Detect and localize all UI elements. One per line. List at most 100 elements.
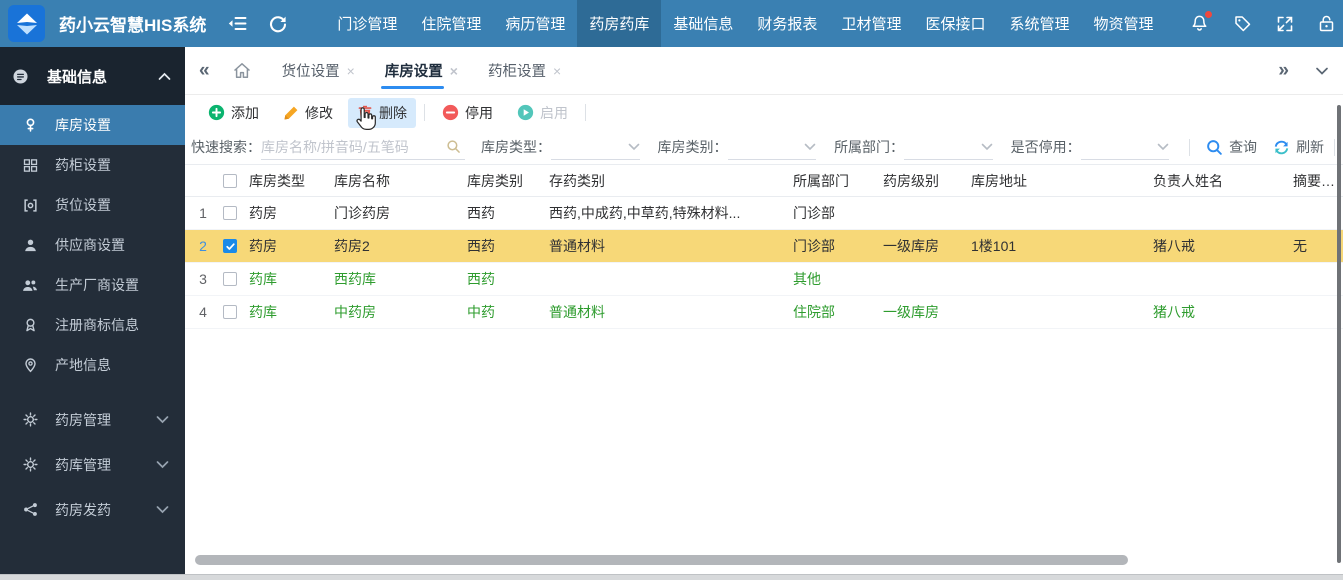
sidebar-item-label: 生产厂商设置 <box>55 277 139 293</box>
quick-search-label: 快速搜索： <box>191 139 261 155</box>
edit-button[interactable]: 修改 <box>274 98 342 128</box>
close-icon[interactable]: × <box>347 63 355 79</box>
tab-list-icon[interactable] <box>1315 66 1329 76</box>
scroll-tabs-left-icon[interactable]: « <box>199 61 210 80</box>
top-nav-item[interactable]: 门诊管理 <box>325 0 409 47</box>
sidebar-item[interactable]: 库房设置 <box>0 105 185 145</box>
app-logo-icon <box>8 5 45 42</box>
table-cell: 无 <box>1293 238 1307 254</box>
top-nav-item[interactable]: 病历管理 <box>493 0 577 47</box>
slot-icon <box>22 198 38 213</box>
warehouse-type-select[interactable] <box>551 134 640 160</box>
sidebar-item[interactable]: 药柜设置 <box>0 145 185 185</box>
tab-label: 货位设置 <box>281 64 340 80</box>
sidebar-item[interactable]: 供应商设置 <box>0 225 185 265</box>
add-button[interactable]: 添加 <box>199 98 268 128</box>
department-select[interactable] <box>904 134 993 160</box>
select-all-checkbox[interactable] <box>223 173 237 188</box>
disable-button[interactable]: 停用 <box>433 98 502 128</box>
top-nav-item[interactable]: 卫材管理 <box>829 0 913 47</box>
row-number: 2 <box>199 238 207 254</box>
table-cell: 中药 <box>467 304 495 320</box>
query-button[interactable]: 查询 <box>1206 137 1257 157</box>
row-number: 3 <box>199 271 207 287</box>
scroll-tabs-right-icon[interactable]: » <box>1278 61 1289 80</box>
quick-search-input[interactable] <box>261 138 442 155</box>
sidebar-group-label: 药库管理 <box>55 456 111 473</box>
toolbar-divider <box>585 104 586 121</box>
sidebar-items: 库房设置 药柜设置 货位设置 供应商设置 生产厂商设置 注册商标信息 产地信息 <box>0 105 185 385</box>
sidebar-item-label: 供应商设置 <box>55 237 125 253</box>
warehouse-category-select[interactable] <box>727 134 817 160</box>
enable-button[interactable]: 启用 <box>508 98 577 128</box>
tab[interactable]: 货位设置 × <box>282 47 355 94</box>
row-checkbox[interactable] <box>223 305 237 319</box>
column-header[interactable]: 摘要说明 <box>1293 171 1343 191</box>
sidebar-item[interactable]: 注册商标信息 <box>0 305 185 345</box>
is-disabled-select[interactable] <box>1080 134 1170 160</box>
bell-icon[interactable] <box>1190 10 1212 34</box>
sidebar-group[interactable]: 药房管理 <box>0 397 185 442</box>
table-cell: 药房 <box>249 205 277 221</box>
sidebar-group-label: 药房发药 <box>55 501 111 518</box>
top-nav-item[interactable]: 系统管理 <box>997 0 1081 47</box>
column-header[interactable]: 药房级别 <box>883 171 971 191</box>
tab[interactable]: 药柜设置 × <box>488 47 561 94</box>
column-header[interactable]: 所属部门 <box>793 171 883 191</box>
sidebar-group[interactable]: 药房发药 <box>0 487 185 532</box>
table-cell: 猪八戒 <box>1153 304 1195 320</box>
sidebar-item[interactable]: 货位设置 <box>0 185 185 225</box>
column-header[interactable]: 库房地址 <box>971 171 1153 191</box>
top-nav-item[interactable]: 基础信息 <box>661 0 745 47</box>
table-cell: 一级库房 <box>883 304 939 320</box>
search-icon <box>1206 139 1223 156</box>
top-nav-item[interactable]: 药房药库 <box>577 0 662 47</box>
vertical-scrollbar[interactable] <box>1337 105 1341 563</box>
row-checkbox[interactable] <box>223 239 237 253</box>
column-header[interactable]: 存药类别 <box>549 171 793 191</box>
table-row[interactable]: 3 药库 西药库 西药 其他 <box>185 263 1343 296</box>
tab-bar-right: » <box>1252 61 1329 80</box>
filter-label: 库房类别： <box>657 139 728 155</box>
horizontal-scrollbar[interactable] <box>195 555 1128 565</box>
lock-icon[interactable] <box>1318 14 1335 33</box>
main-content: « 货位设置 × 库房设置 × 药柜设置 × » 添加 修改 删除 停用 启用 … <box>185 47 1343 574</box>
row-checkbox[interactable] <box>223 272 237 286</box>
sidebar-groups: 药房管理 药库管理 药房发药 <box>0 397 185 532</box>
sidebar-section-basic-info[interactable]: 基础信息 <box>0 47 185 105</box>
fullscreen-icon[interactable] <box>1276 15 1294 33</box>
column-header[interactable]: 库房类别 <box>467 171 549 191</box>
column-header[interactable]: 库房类型 <box>249 171 334 191</box>
table-cell: 西药,中成药,中草药,特殊材料... <box>549 205 741 221</box>
top-nav-item[interactable]: 财务报表 <box>745 0 829 47</box>
column-header[interactable]: 库房名称 <box>334 171 467 191</box>
sidebar-item[interactable]: 生产厂商设置 <box>0 265 185 305</box>
home-icon[interactable] <box>232 61 252 80</box>
top-nav-item[interactable]: 医保接口 <box>913 0 997 47</box>
tabs: 货位设置 × 库房设置 × 药柜设置 × <box>282 47 592 94</box>
column-header[interactable]: 负责人姓名 <box>1153 171 1293 191</box>
tab-label: 药柜设置 <box>487 64 546 80</box>
search-icon[interactable] <box>446 139 461 154</box>
filter-bar: 快速搜索： 库房类型： 库房类别： 所属部门： 是否停用： 查询 <box>185 130 1343 164</box>
sidebar-group[interactable]: 药库管理 <box>0 442 185 487</box>
close-icon[interactable]: × <box>450 63 458 79</box>
table-row[interactable]: 2 药房 药房2 西药 普通材料 门诊部 一级库房 1楼101 猪八戒 无 <box>185 230 1343 263</box>
top-nav-item[interactable]: 住院管理 <box>409 0 493 47</box>
filter-label: 所属部门： <box>834 139 905 155</box>
table-cell: 门诊部 <box>793 238 835 254</box>
app-title: 药小云智慧HIS系统 <box>59 16 207 35</box>
close-icon[interactable]: × <box>553 63 561 79</box>
delete-button[interactable]: 删除 <box>348 97 416 128</box>
tag-icon[interactable] <box>1233 14 1252 33</box>
table-row[interactable]: 1 药房 门诊药房 西药 西药,中成药,中草药,特殊材料... 门诊部 <box>185 197 1343 230</box>
refresh-icon[interactable] <box>269 15 287 33</box>
top-nav-item[interactable]: 物资管理 <box>1081 0 1165 47</box>
refresh-button[interactable]: 刷新 <box>1273 137 1324 157</box>
chevron-down-icon <box>156 415 169 424</box>
tab[interactable]: 库房设置 × <box>380 47 458 94</box>
table-row[interactable]: 4 药库 中药房 中药 普通材料 住院部 一级库房 猪八戒 <box>185 296 1343 329</box>
menu-fold-icon[interactable] <box>228 16 247 31</box>
row-checkbox[interactable] <box>223 206 237 220</box>
sidebar-item[interactable]: 产地信息 <box>0 345 185 385</box>
